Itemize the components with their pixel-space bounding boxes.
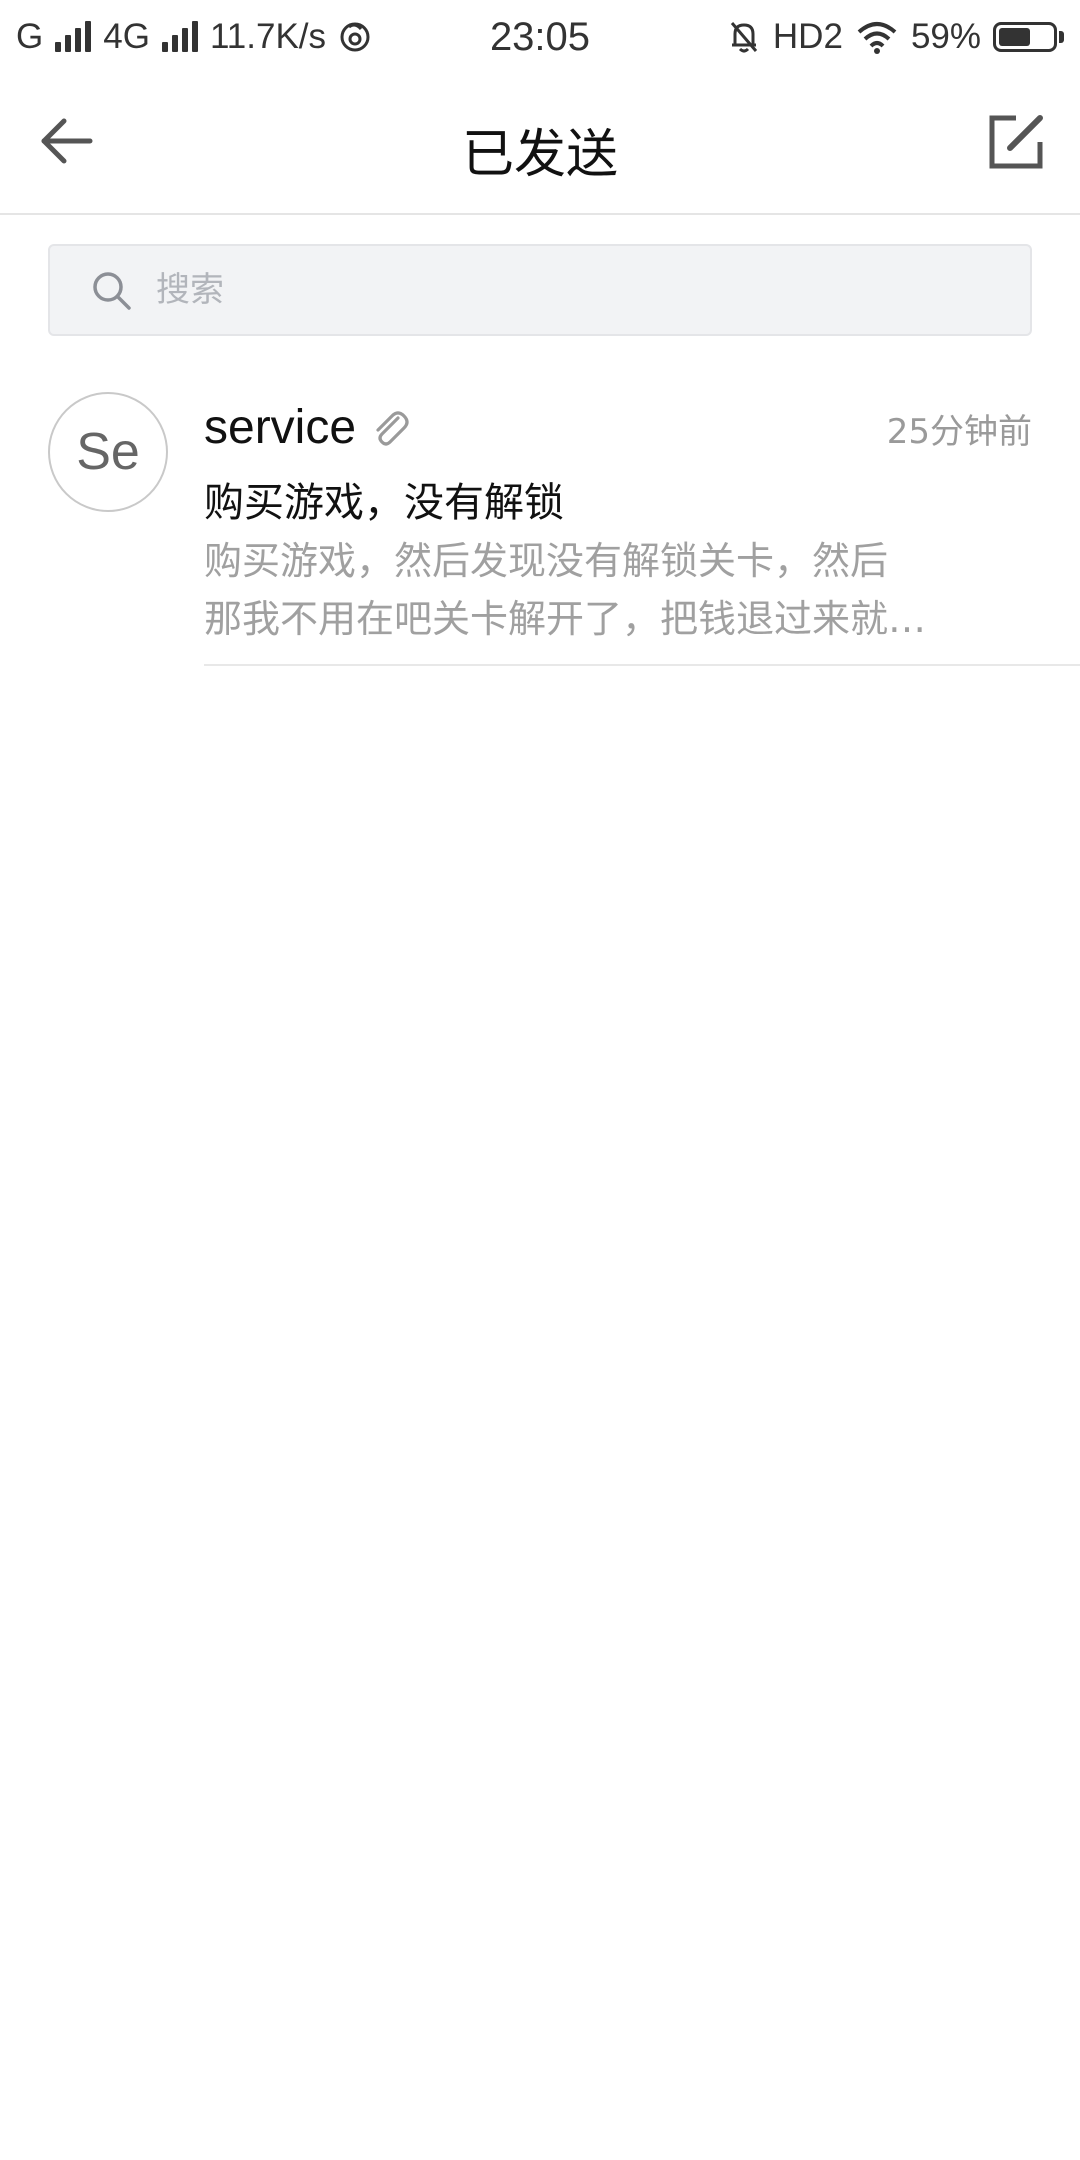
status-right: HD2 59%: [727, 17, 1064, 57]
list-item[interactable]: Se service 25分钟前 购买游戏，没有解锁 购买游戏，然后发现没有解锁…: [0, 366, 1080, 666]
signal-strength-icon: [55, 21, 92, 52]
paperclip-icon: [376, 410, 409, 446]
status-bar: G 4G 11.7K/s 23:05 HD2 59%: [0, 0, 1080, 74]
mail-subject: 购买游戏，没有解锁: [204, 480, 564, 526]
mail-preview: 购买游戏，然后发现没有解锁关卡，然后 那我不用在吧关卡解开了，把钱退过来就…: [204, 532, 1004, 648]
signal-strength-icon-2: [161, 21, 198, 52]
sender-name: service: [204, 401, 357, 454]
compose-icon[interactable]: [988, 114, 1044, 170]
net-speed: 11.7K/s: [209, 17, 327, 56]
mail-preview-line-2: 那我不用在吧关卡解开了，把钱退过来就…: [204, 597, 927, 641]
nav-bar: 已发送: [0, 74, 1080, 215]
search-icon: [93, 272, 131, 310]
app-notification-icon: [340, 22, 370, 52]
mail-time: 25分钟前: [886, 412, 1032, 452]
status-left: G 4G 11.7K/s: [16, 17, 372, 57]
hd-label: HD2: [772, 17, 843, 56]
divider: [204, 664, 1080, 666]
bell-off-icon: [730, 22, 758, 53]
carrier2-label: 4G: [103, 17, 150, 56]
search-input[interactable]: [154, 269, 958, 311]
battery-icon: [993, 22, 1064, 52]
page-title: 已发送: [461, 125, 618, 185]
carrier1-label: G: [16, 17, 44, 56]
wifi-icon: [857, 22, 897, 54]
sender-row: service: [204, 400, 412, 455]
avatar: Se: [48, 392, 168, 512]
search-box[interactable]: [48, 244, 1032, 336]
battery-percent: 59%: [910, 17, 981, 56]
mail-preview-line-1: 购买游戏，然后发现没有解锁关卡，然后: [204, 539, 889, 583]
